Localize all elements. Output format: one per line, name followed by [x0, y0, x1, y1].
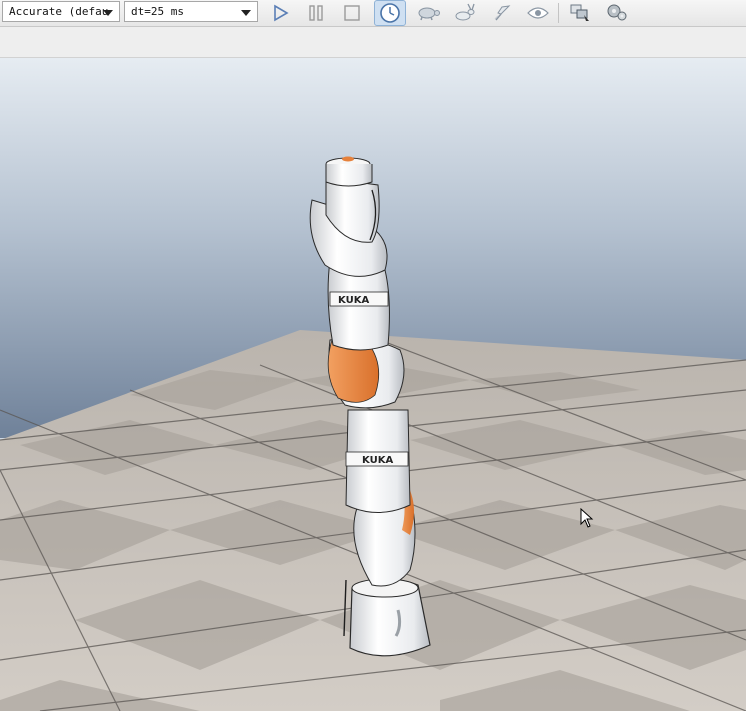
stop-icon	[344, 5, 360, 21]
threaded-rendering-button[interactable]	[488, 0, 516, 26]
scene-canvas[interactable]: KUKA KUKA	[0, 58, 746, 711]
secondary-toolbar	[0, 27, 746, 58]
physics-engine-value: Accurate (defau	[9, 5, 109, 18]
eye-icon	[527, 7, 549, 19]
pause-simulation-button[interactable]	[302, 0, 330, 26]
rocket-icon	[494, 5, 511, 21]
play-icon	[274, 4, 289, 22]
simulation-toolbar: Accurate (defau dt=25 ms	[0, 0, 746, 27]
robot-brand-label-upper: KUKA	[338, 295, 369, 306]
scene-viewport[interactable]: KUKA KUKA	[0, 58, 746, 711]
chevron-down-icon	[103, 10, 113, 16]
physics-engine-select[interactable]: Accurate (defau	[2, 1, 120, 22]
slow-down-button[interactable]	[412, 0, 444, 26]
turtle-icon	[418, 7, 440, 21]
timestep-select[interactable]: dt=25 ms	[124, 1, 258, 22]
timestep-value: dt=25 ms	[131, 5, 184, 18]
robot-brand-label-lower: KUKA	[362, 455, 393, 466]
mouse-cursor-icon	[580, 508, 594, 528]
toolbar-separator	[558, 3, 559, 23]
start-simulation-button[interactable]	[266, 0, 294, 26]
page-selector-button[interactable]	[566, 0, 594, 26]
pause-icon	[309, 5, 323, 21]
gears-icon	[607, 4, 627, 21]
speed-up-button[interactable]	[450, 0, 480, 26]
kinematics-button[interactable]	[604, 0, 632, 26]
stop-simulation-button[interactable]	[338, 0, 366, 26]
realtime-mode-button[interactable]	[374, 0, 406, 26]
rabbit-icon	[455, 3, 475, 21]
windows-icon	[570, 4, 589, 21]
chevron-down-icon	[241, 10, 251, 16]
clock-icon	[380, 3, 400, 23]
toggle-visualization-button[interactable]	[524, 0, 552, 26]
